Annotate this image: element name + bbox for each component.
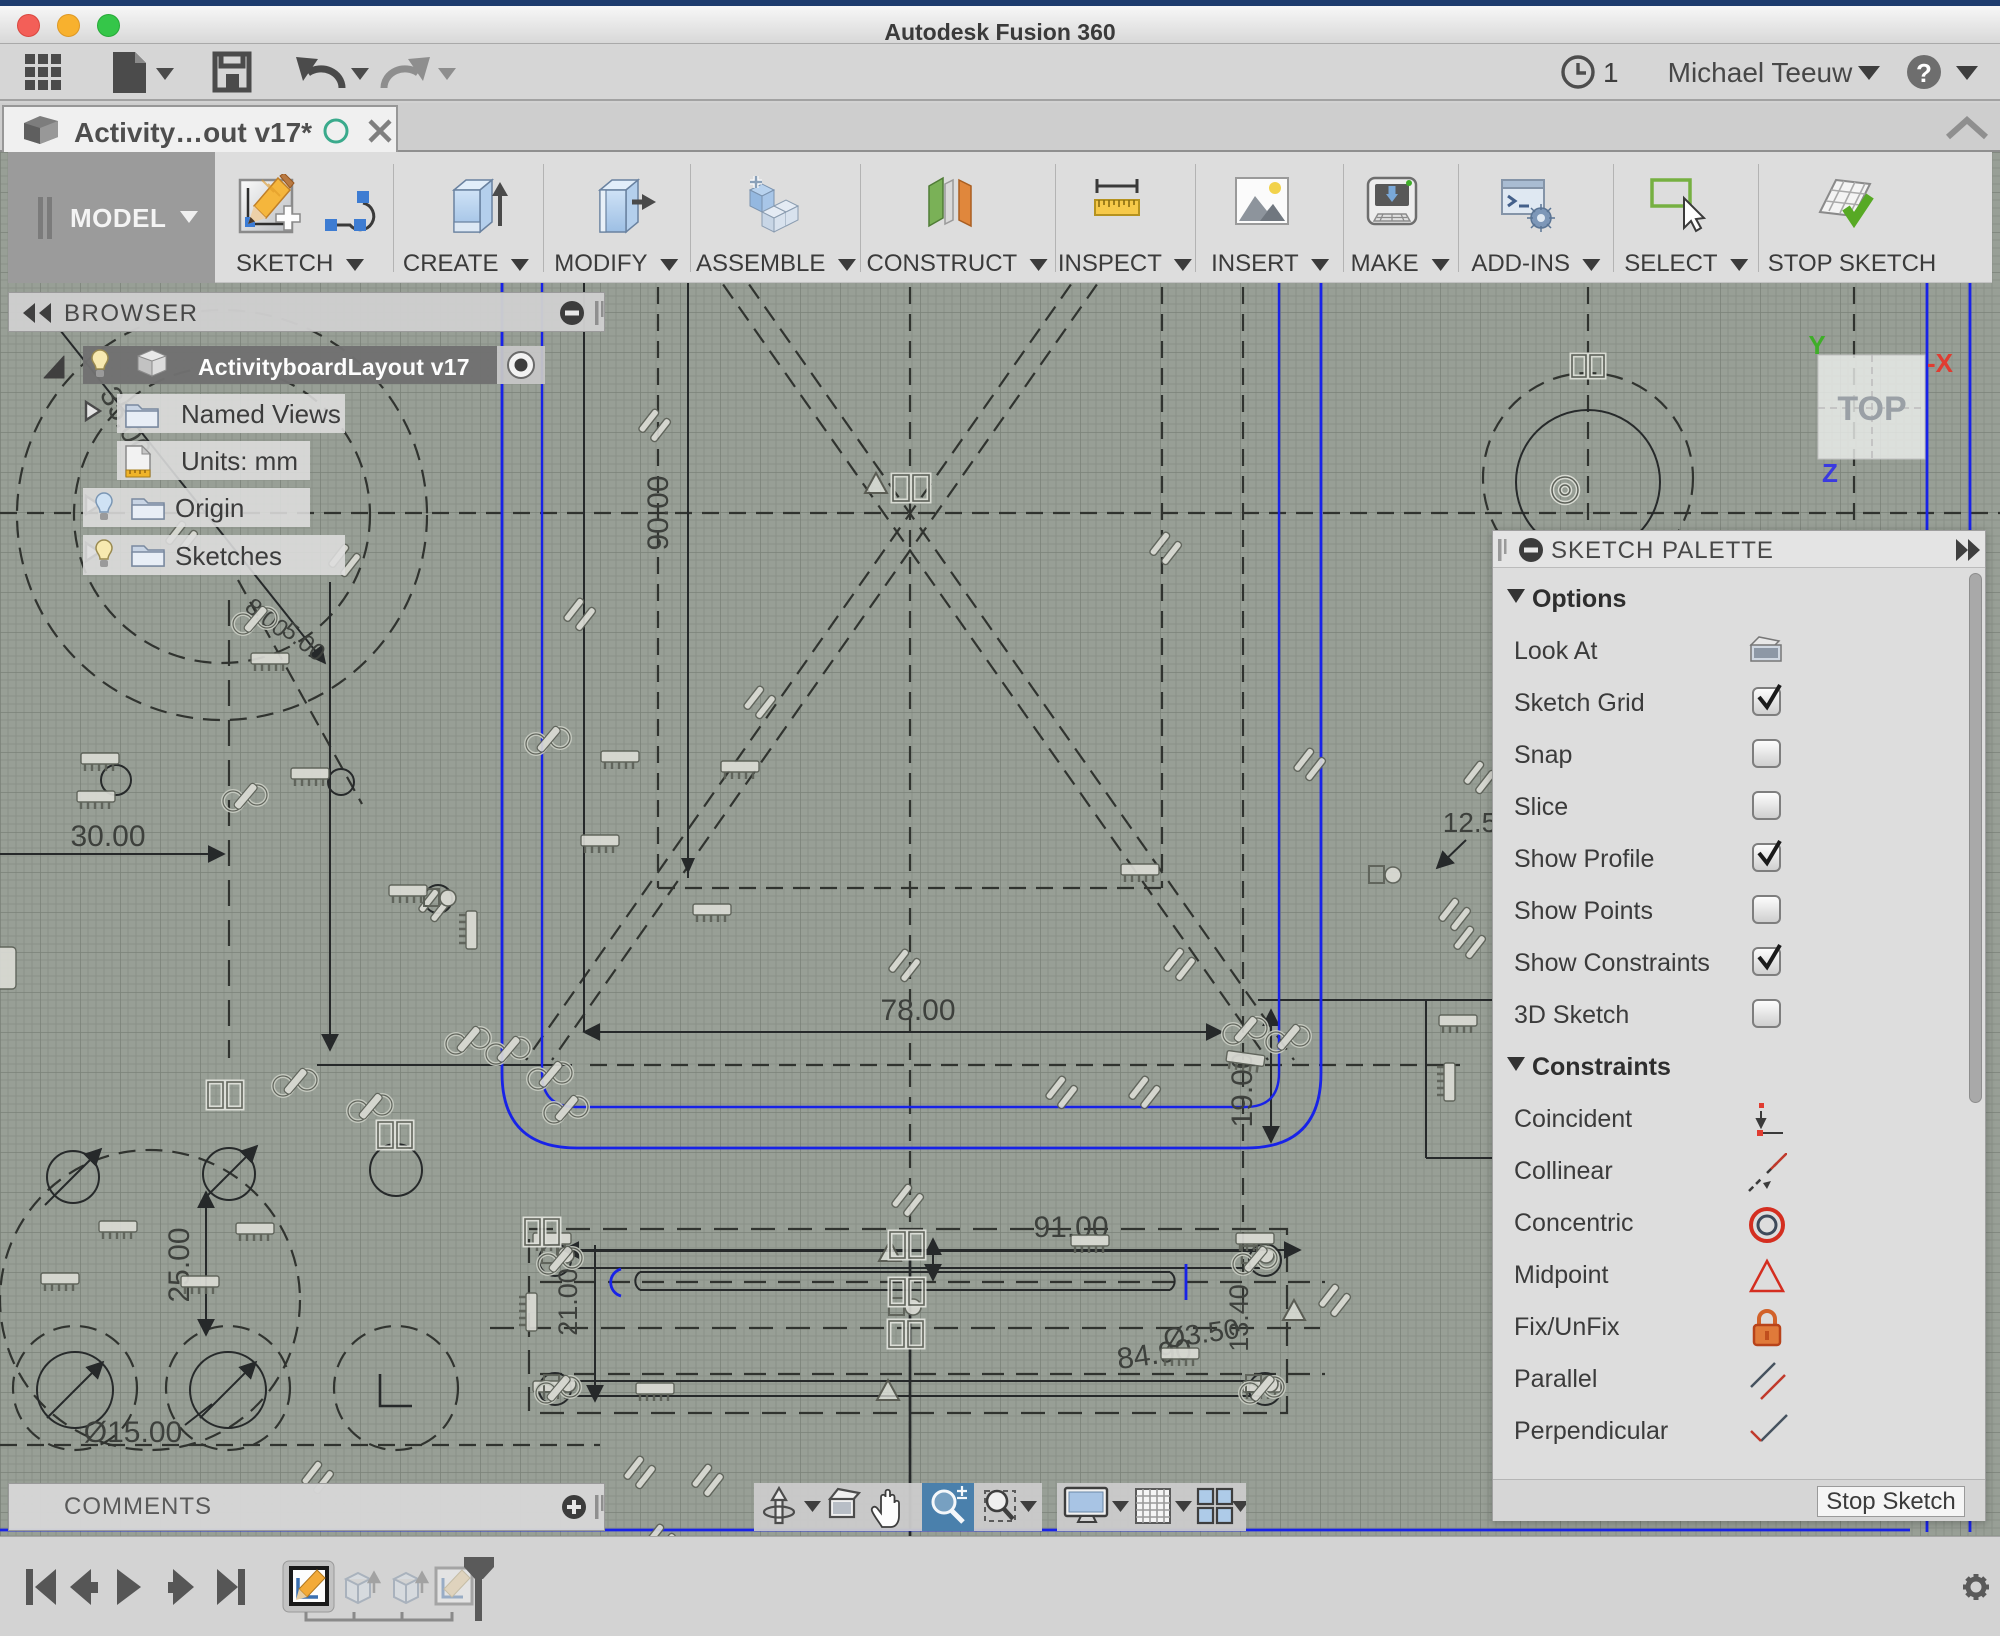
svg-text:Michael Teeuw: Michael Teeuw bbox=[1668, 57, 1853, 88]
svg-text:Z: Z bbox=[1822, 458, 1838, 488]
svg-text:12.5: 12.5 bbox=[1443, 807, 1498, 838]
svg-text:21.00: 21.00 bbox=[553, 1268, 583, 1336]
svg-text:TOP: TOP bbox=[1837, 390, 1906, 428]
svg-text:1: 1 bbox=[1603, 57, 1619, 88]
svg-text:30.00: 30.00 bbox=[70, 820, 145, 853]
svg-text:78.00: 78.00 bbox=[880, 994, 955, 1027]
svg-text:Y: Y bbox=[1808, 330, 1825, 360]
svg-text:?: ? bbox=[1916, 58, 1932, 88]
svg-text:90.00: 90.00 bbox=[642, 475, 675, 550]
svg-text:13.40: 13.40 bbox=[1224, 1284, 1254, 1352]
svg-text:Ø15.00: Ø15.00 bbox=[84, 1416, 182, 1449]
svg-text:-X: -X bbox=[1927, 348, 1954, 378]
